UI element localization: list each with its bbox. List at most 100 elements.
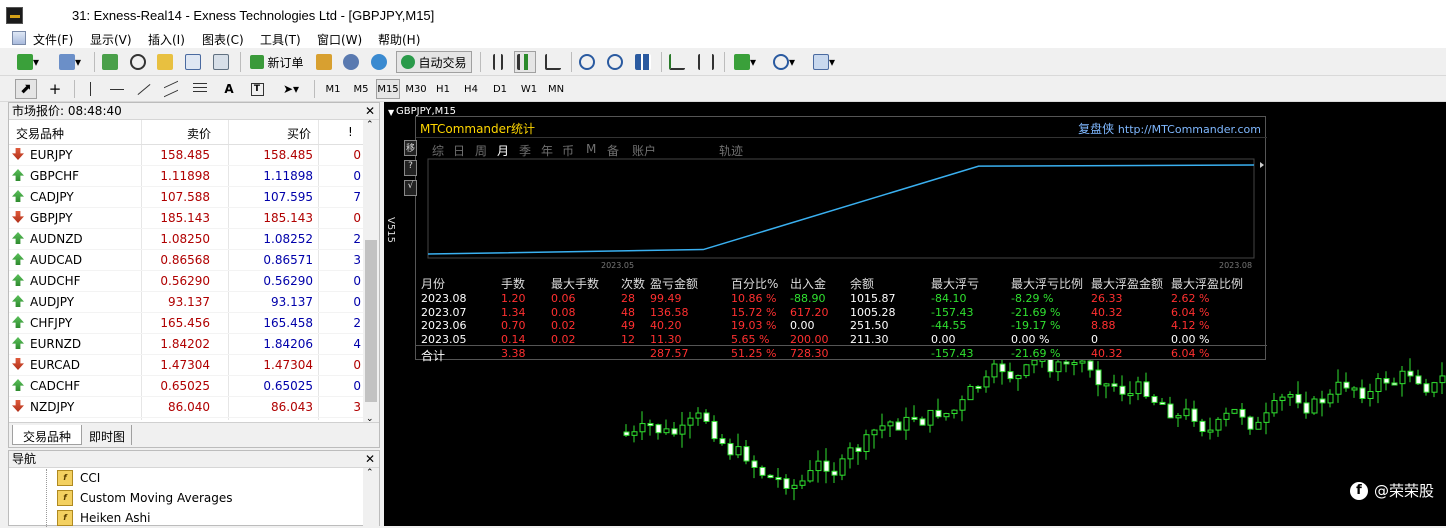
navigator-title: 导航 [12,452,37,466]
col-ask[interactable]: 买价 [287,125,311,142]
candle-body [1327,393,1334,404]
market-watch-row[interactable]: AUDCAD 0.86568 0.86571 3 [9,250,365,271]
tf-m15[interactable]: M15 [376,79,400,99]
market-watch-row[interactable]: AUDCHF 0.56290 0.56290 0 [9,271,365,292]
zoom-in-button[interactable] [577,52,597,72]
menu-charts[interactable]: 图表(C) [202,31,244,48]
candle-body [1119,385,1126,395]
stats-col-header: 百分比% [731,277,779,291]
tester-button[interactable] [211,52,231,72]
tab-symbols[interactable]: 交易品种 [12,425,83,445]
cursor-tool[interactable]: ⬈ [15,79,37,99]
tf-d1[interactable]: D1 [490,79,510,99]
templates-button[interactable]: ▾ [808,52,840,72]
chart-shift-button[interactable] [696,52,716,72]
tf-h4[interactable]: H4 [461,79,481,99]
nav-item-custom-ma[interactable]: f Custom Moving Averages [57,488,232,508]
vertical-line-tool[interactable] [80,79,100,99]
tf-m1[interactable]: M1 [322,79,344,99]
candle-body [703,412,710,422]
indicator-icon: f [57,470,73,486]
market-watch-button[interactable] [100,52,120,72]
channel-tool[interactable] [161,79,181,99]
line-chart-button[interactable] [543,52,563,72]
candle-body [1255,421,1262,430]
candle-body [655,424,662,434]
indicators-button[interactable]: ▾ [730,52,760,72]
auto-trading-button[interactable]: 自动交易 [396,51,472,73]
tf-m30[interactable]: M30 [405,79,427,99]
menu-help[interactable]: 帮助(H) [378,31,420,48]
tile-windows-button[interactable] [633,52,653,72]
stats-brand-link[interactable]: 复盘侠 http://MTCommander.com [1078,120,1261,137]
signals-button[interactable] [369,52,389,72]
market-watch-row[interactable]: GBPJPY 185.143 185.143 0 [9,208,365,229]
arrow-up-icon [12,253,24,265]
close-icon[interactable]: ✕ [365,451,375,467]
menu-insert[interactable]: 插入(I) [148,31,185,48]
new-chart-button[interactable]: ▾ [15,52,41,72]
market-watch-row[interactable]: NZDJPY 86.040 86.043 3 [9,397,365,418]
stats-cell: 1.34 [501,305,526,319]
tf-mn[interactable]: MN [545,79,567,99]
move-button[interactable]: 移 [404,140,417,156]
menu-window[interactable]: 窗口(W) [317,31,362,48]
navigator-button[interactable] [155,52,175,72]
market-watch-row[interactable]: EURJPY 158.485 158.485 0 [9,145,365,166]
stats-cell: 2.62 % [1171,292,1210,305]
text-label-tool[interactable]: T [247,79,267,99]
zoom-in-icon [579,54,595,70]
profiles-button[interactable]: ▾ [55,52,85,72]
menu-tools[interactable]: 工具(T) [260,31,301,48]
nav-item-heiken-ashi[interactable]: f Heiken Ashi [57,508,150,528]
crosshair-tool-icon: + [48,80,62,98]
arrows-tool[interactable]: ➤▾ [277,79,305,99]
scroll-up-icon[interactable]: ⌃ [366,468,374,478]
nav-item-cci[interactable]: f CCI [57,468,100,488]
tf-h1[interactable]: H1 [433,79,453,99]
tf-m5[interactable]: M5 [350,79,372,99]
fibonacci-tool[interactable] [190,79,210,99]
col-bid[interactable]: 卖价 [187,125,211,142]
horizontal-line-tool[interactable] [107,79,127,99]
col-spread[interactable]: ! [348,125,353,139]
market-watch-row[interactable]: CADJPY 107.588 107.595 7 [9,187,365,208]
crosshair-tool[interactable]: + [45,79,65,99]
terminal-button[interactable] [183,52,203,72]
trendline-tool[interactable] [134,79,154,99]
globe-icon [371,54,387,70]
market-watch-row[interactable]: EURCAD 1.47304 1.47304 0 [9,355,365,376]
market-watch-row[interactable]: GBPCHF 1.11898 1.11898 0 [9,166,365,187]
candle-body [1239,408,1246,418]
market-watch-row[interactable]: EURNZD 1.84202 1.84206 4 [9,334,365,355]
market-watch-row[interactable]: CHFJPY 165.456 165.458 2 [9,313,365,334]
text-tool[interactable]: A [219,79,239,99]
market-watch-row[interactable]: AUDJPY 93.137 93.137 0 [9,292,365,313]
meta-editor-button[interactable] [314,52,334,72]
bar-chart-button[interactable] [488,52,508,72]
periods-button[interactable]: ▾ [768,52,800,72]
candlestick-button[interactable] [514,51,536,73]
navigator-scrollbar[interactable]: ⌃ [363,468,379,526]
scroll-up-icon[interactable]: ⌃ [366,120,374,130]
market-watch-scrollbar[interactable]: ⌃ ⌄ [363,120,379,424]
market-watch-row[interactable]: AUDNZD 1.08250 1.08252 2 [9,229,365,250]
vertical-line-icon [89,82,91,96]
menu-file[interactable]: 文件(F) [33,31,73,48]
data-window-button[interactable] [128,52,148,72]
tf-w1[interactable]: W1 [518,79,540,99]
period-tab[interactable]: M [586,142,596,156]
zoom-out-button[interactable] [605,52,625,72]
tab-tick-chart[interactable]: 即时图 [83,425,133,445]
market-watch-row[interactable]: CADCHF 0.65025 0.65025 0 [9,376,365,397]
auto-scroll-button[interactable] [667,52,687,72]
candle-body [895,421,902,431]
menu-ico-wrap [12,31,30,45]
close-icon[interactable]: ✕ [365,103,375,119]
candle-body [991,363,998,378]
community-button[interactable] [341,52,361,72]
new-order-button[interactable]: 新订单 [247,52,307,72]
menu-view[interactable]: 显示(V) [90,31,132,48]
scroll-thumb[interactable] [365,240,377,402]
col-symbol[interactable]: 交易品种 [16,125,64,142]
